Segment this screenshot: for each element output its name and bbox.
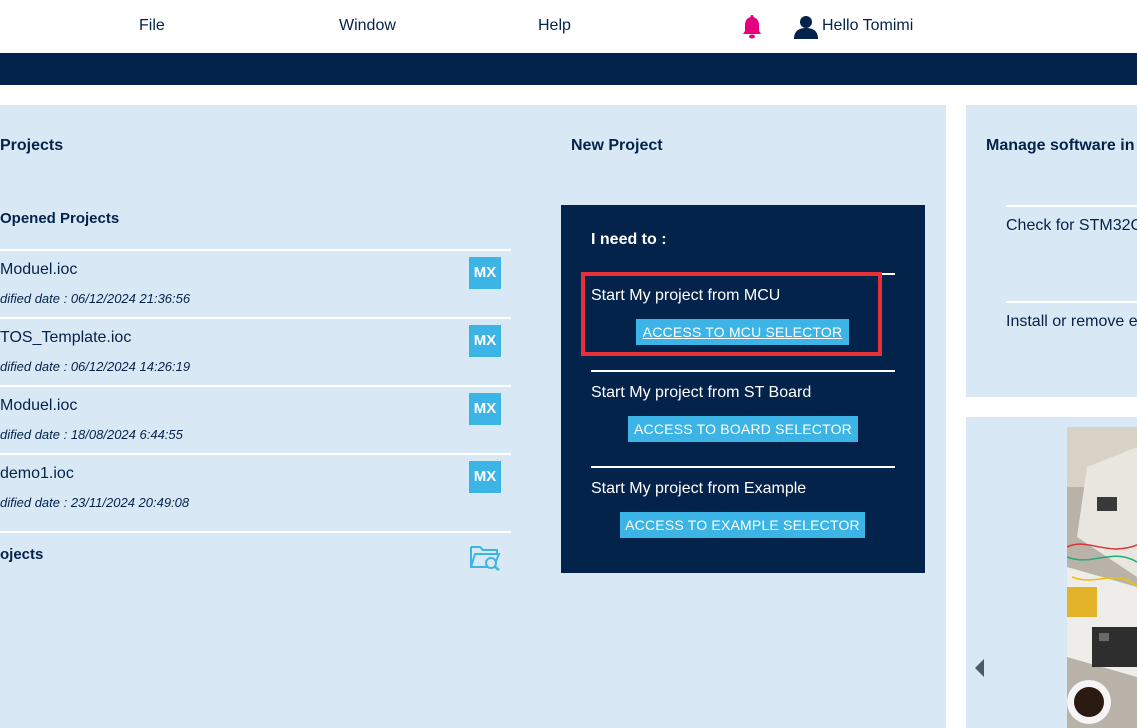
recent-projects-title: Opened Projects <box>0 210 120 227</box>
bell-icon[interactable] <box>741 15 763 39</box>
recent-projects-list: Moduel.ioc dified date : 06/12/2024 21:3… <box>0 249 511 521</box>
check-updates-item[interactable]: Check for STM32C <box>1006 205 1137 234</box>
project-date: dified date : 23/11/2024 20:49:08 <box>0 495 190 510</box>
existing-projects-title: Projects <box>0 137 64 154</box>
project-name[interactable]: Moduel.ioc <box>0 261 77 279</box>
highlight-box <box>581 272 882 356</box>
mx-badge-icon[interactable]: MX <box>469 461 501 493</box>
mx-badge-icon[interactable]: MX <box>469 325 501 357</box>
new-project-box: I need to : Start My project from MCU AC… <box>561 205 925 573</box>
project-name[interactable]: TOS_Template.ioc <box>0 329 131 347</box>
menu-window[interactable]: Window <box>339 17 396 35</box>
board-option: Start My project from ST Board ACCESS TO… <box>591 370 895 442</box>
other-projects-label[interactable]: ojects <box>0 546 43 563</box>
folder-search-icon[interactable] <box>469 541 501 571</box>
list-item[interactable]: demo1.ioc dified date : 23/11/2024 20:49… <box>0 453 511 521</box>
project-date: dified date : 18/08/2024 6:44:55 <box>0 427 183 442</box>
example-option: Start My project from Example ACCESS TO … <box>591 466 895 538</box>
list-item[interactable]: TOS_Template.ioc dified date : 06/12/202… <box>0 317 511 385</box>
other-projects-row[interactable]: ojects <box>0 531 511 581</box>
new-project-title: New Project <box>571 137 663 154</box>
manage-software-panel: Manage software in Check for STM32C Inst… <box>966 105 1137 397</box>
mx-badge-icon[interactable]: MX <box>469 257 501 289</box>
board-option-label: Start My project from ST Board <box>591 384 812 401</box>
list-item[interactable]: Moduel.ioc dified date : 18/08/2024 6:44… <box>0 385 511 453</box>
mx-badge-icon[interactable]: MX <box>469 393 501 425</box>
project-date: dified date : 06/12/2024 14:26:19 <box>0 359 191 374</box>
user-icon[interactable] <box>794 15 818 39</box>
example-option-label: Start My project from Example <box>591 480 807 497</box>
carousel-image <box>1067 427 1137 728</box>
project-date: dified date : 06/12/2024 21:36:56 <box>0 291 191 306</box>
nav-band <box>0 53 1137 85</box>
install-remove-item[interactable]: Install or remove e <box>1006 301 1137 330</box>
need-to-label: I need to : <box>591 231 667 248</box>
user-greeting[interactable]: Hello Tomimi <box>822 17 913 35</box>
manage-software-title: Manage software in <box>986 137 1135 154</box>
project-name[interactable]: Moduel.ioc <box>0 397 77 415</box>
menu-file[interactable]: File <box>139 17 165 35</box>
menu-help[interactable]: Help <box>538 17 571 35</box>
install-remove-label[interactable]: Install or remove e <box>1006 313 1137 331</box>
menu-bar: File Window Help Hello Tomimi <box>0 0 1137 53</box>
example-selector-button[interactable]: ACCESS TO EXAMPLE SELECTOR <box>620 512 865 538</box>
project-name[interactable]: demo1.ioc <box>0 465 74 483</box>
chevron-left-icon[interactable] <box>974 659 986 677</box>
check-updates-label[interactable]: Check for STM32C <box>1006 217 1137 235</box>
board-selector-button[interactable]: ACCESS TO BOARD SELECTOR <box>628 416 858 442</box>
list-item[interactable]: Moduel.ioc dified date : 06/12/2024 21:3… <box>0 249 511 317</box>
